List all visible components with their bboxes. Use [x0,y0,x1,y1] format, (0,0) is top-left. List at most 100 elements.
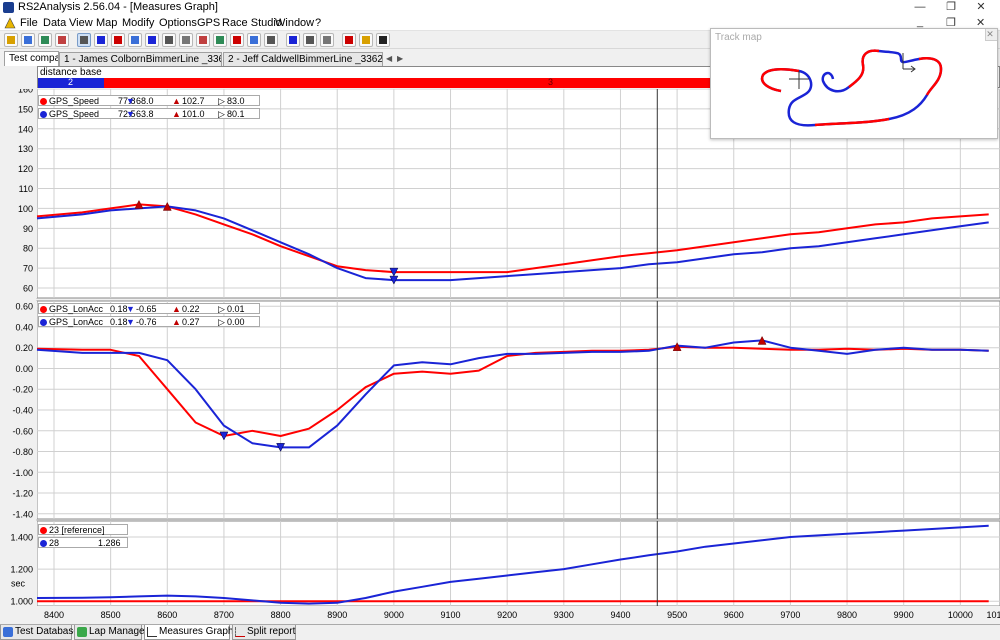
menu-map[interactable]: Map [96,17,117,29]
channel-report-button[interactable] [145,33,159,47]
legend-speed-red[interactable]: GPS_Speed 77.8 ▼ 68.0 ▲ 102.7 ▷ 83.0 [38,95,260,106]
x-tick-label: 101 [986,610,1000,620]
measures-graph-button[interactable] [94,33,108,47]
y-tick-label: 160 [18,89,33,95]
series-name: GPS_Speed [49,96,100,106]
video-button[interactable] [359,33,373,47]
gps-button[interactable] [247,33,261,47]
zoom-icon [289,36,297,44]
export-button[interactable] [38,33,52,47]
mdi-minimize-button[interactable]: _ [917,16,923,28]
menu-data[interactable]: Data [43,17,66,29]
minimize-button[interactable]: — [905,0,935,15]
save-button[interactable] [21,33,35,47]
tab-lap-manager[interactable]: Lap Manager [74,625,148,640]
tab-split-report[interactable]: Split report [232,625,296,640]
avg-triangle-icon: ▷ [218,304,225,314]
xy-plot-button[interactable] [128,33,142,47]
calculator-button[interactable] [213,33,227,47]
x-tick-label: 9500 [667,610,687,620]
cursor-icon [80,36,88,44]
avg-value: 80.1 [227,109,245,119]
cursor-button[interactable] [77,33,91,47]
table-icon [182,36,190,44]
tab-test-compare[interactable]: Test compare [4,51,59,66]
y-tick-label: 0.20 [15,343,33,353]
x-tick-label: 9100 [441,610,461,620]
time-button[interactable] [376,33,390,47]
tab-test-database[interactable]: Test Database [0,625,79,640]
avg-triangle-icon: ▷ [218,109,225,119]
track-map-window[interactable]: Track map ✕ [710,28,998,139]
y-tick-label: 120 [18,164,33,174]
y-tick-label: 110 [19,184,33,194]
histogram-button[interactable] [111,33,125,47]
x-tick-label: 8600 [157,610,177,620]
tab-scroll-right-icon[interactable]: ▶ [397,54,403,63]
tab-measures-graph[interactable]: Measures Graph [144,625,233,640]
x-tick-label: 9600 [724,610,744,620]
tab-lap-2[interactable]: 2 - Jeff CaldwellBimmerLine _33628052017 [223,52,383,66]
cursor-value: 1.286 [98,538,121,548]
menu-race-studio[interactable]: Race Studio [222,17,282,29]
settings-button[interactable] [320,33,334,47]
min-triangle-icon: ▼ [126,96,135,106]
split-report-button[interactable] [196,33,210,47]
spreadsheet-button[interactable] [162,33,176,47]
lap-number: 2 [68,77,74,87]
graph-icon [147,627,157,637]
menu-file[interactable]: File [20,17,38,29]
x-tick-label: 8500 [101,610,121,620]
y-tick-label: 150 [18,104,33,114]
app-icon [3,2,14,13]
x-axis: 8400 8500 8600 8700 8800 8900 9000 9100 9200 9300… [0,606,1000,624]
lap-number: 3 [548,77,554,87]
y-tick-label: 80 [23,244,33,254]
tab-scroll-left-icon[interactable]: ◀ [386,54,392,63]
legend-lonacc-red[interactable]: GPS_LonAcc 0.18 ▼ -0.65 ▲ 0.22 ▷ 0.01 [38,303,260,314]
map-icon [267,36,275,44]
max-triangle-icon: ▲ [172,109,181,119]
menu-options[interactable]: Options [159,17,197,29]
restore-button[interactable]: ❐ [936,0,966,15]
test-tabs: Test compare 1 - James ColbornBimmerLine… [0,51,712,66]
print-setup-button[interactable] [55,33,69,47]
legend-time-blue[interactable]: 28 1.286 [38,537,128,548]
legend-lonacc-blue[interactable]: GPS_LonAcc 0.18 ▼ -0.76 ▲ 0.27 ▷ 0.00 [38,316,260,327]
menu-help[interactable]: ? [315,17,321,29]
legend-speed-blue[interactable]: GPS_Speed 72.5 ▼ 63.8 ▲ 101.0 ▷ 80.1 [38,108,260,119]
tab-label: Test Database [15,626,79,637]
menu-gps[interactable]: GPS [197,17,220,29]
menu-window[interactable]: Window [275,17,314,29]
y-tick-label: 0.60 [15,302,33,312]
menu-modify[interactable]: Modify [122,17,154,29]
open-button[interactable] [4,33,18,47]
print-setup-icon [58,36,66,44]
measures-graph[interactable]: 16015014013012011010090807060mph0.600.40… [0,89,1000,606]
x-tick-label: 8400 [44,610,64,620]
map-button[interactable] [264,33,278,47]
zoom-button[interactable] [286,33,300,47]
print-icon [306,36,314,44]
y-tick-label: -1.00 [12,468,33,478]
y-tick-label: -0.80 [12,447,33,457]
avg-value: 83.0 [227,96,245,106]
print-button[interactable] [303,33,317,47]
xy-plot-icon [131,36,139,44]
y-tick-label: 1.000 [10,597,33,606]
y-tick-label: 100 [18,204,33,214]
direction-arrow-icon [903,65,916,73]
math-channel-button[interactable] [342,33,356,47]
x-tick-label: 8900 [327,610,347,620]
tab-lap-1[interactable]: 1 - James ColbornBimmerLine _33628052017 [59,52,222,66]
menu-view[interactable]: View [69,17,93,29]
close-button[interactable]: ✕ [966,0,996,15]
track-report-button[interactable] [230,33,244,47]
y-tick-label: -0.60 [12,426,33,436]
y-tick-label: 1.400 [10,533,33,543]
legend-time-red[interactable]: 23 [reference] [38,524,128,535]
table-button[interactable] [179,33,193,47]
video-icon [362,36,370,44]
lap-bar-3[interactable] [104,78,776,88]
x-tick-label: 9200 [497,610,517,620]
